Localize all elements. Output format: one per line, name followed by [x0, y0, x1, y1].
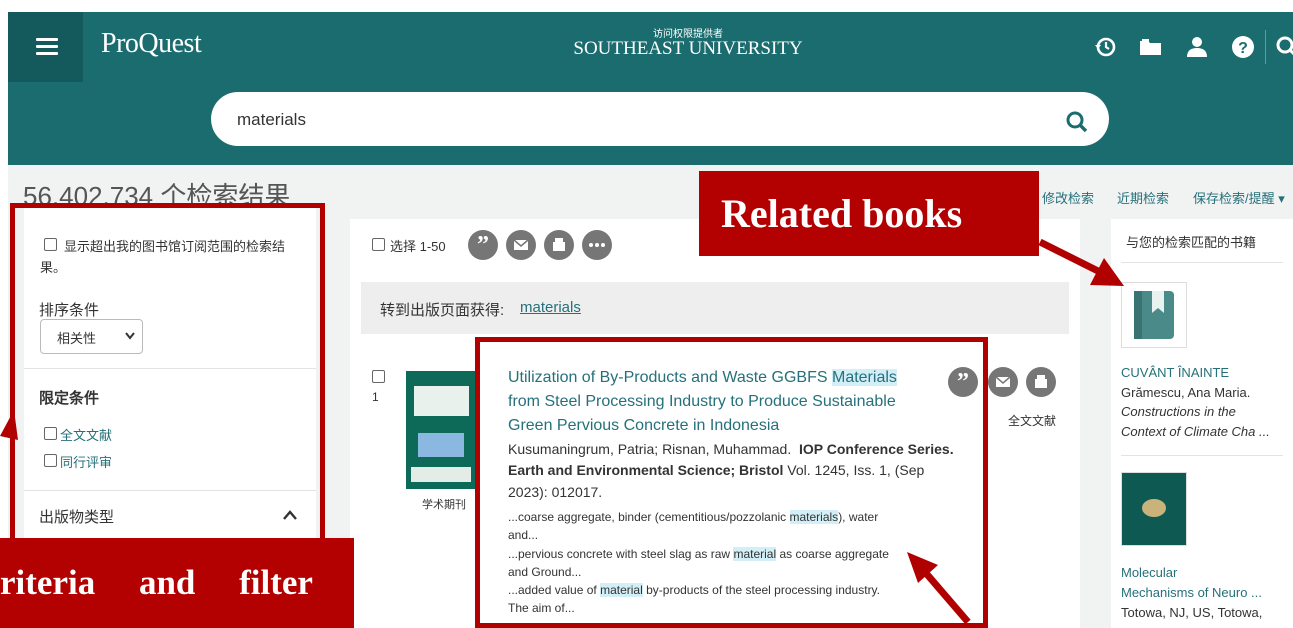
search-input[interactable]: [211, 92, 1109, 146]
journal-cover-thumbnail[interactable]: [406, 371, 476, 489]
book1-source-line1: Constructions in the: [1121, 404, 1236, 419]
select-all-checkbox[interactable]: [372, 238, 385, 251]
cover-footer: [411, 467, 471, 482]
help-icon[interactable]: ?: [1230, 34, 1256, 60]
related-books-label: Related books: [699, 171, 1039, 256]
source-type-label: 学术期刊: [422, 499, 466, 511]
modify-search-link[interactable]: 修改检索: [1042, 188, 1094, 207]
goto-label: 转到出版页面获得:: [380, 302, 505, 319]
book1-author: Grămescu, Ana Maria.: [1121, 385, 1251, 400]
cover-photo: [418, 433, 464, 457]
result-checkbox[interactable]: [372, 370, 385, 383]
topbar-divider: [1265, 30, 1266, 64]
svg-text:?: ?: [1238, 40, 1248, 57]
book1-source-line2: Context of Climate Cha ...: [1121, 424, 1270, 439]
email-icon[interactable]: [506, 230, 536, 260]
cite-icon[interactable]: ”: [468, 230, 498, 260]
publication-page-bar: 转到出版页面获得: materials: [361, 282, 1069, 334]
book1-title-link[interactable]: CUVÂNT ÎNAINTE: [1121, 365, 1229, 380]
result-highlight-box: [475, 337, 988, 628]
search-query-text[interactable]: materials: [237, 110, 306, 130]
book2-title-line2[interactable]: Mechanisms of Neuro ...: [1121, 585, 1262, 600]
cover-title-block: [414, 386, 469, 416]
top-nav-bar: ProQuest 访问权限提供者 SOUTHEAST UNIVERSITY ?: [8, 12, 1293, 82]
fulltext-link[interactable]: 全文文献: [1008, 412, 1056, 429]
book2-cover-thumbnail[interactable]: [1121, 472, 1187, 546]
search-icon[interactable]: [1274, 34, 1293, 60]
recent-searches-link[interactable]: 近期检索: [1117, 188, 1169, 207]
folder-icon[interactable]: [1138, 34, 1164, 60]
divider: [1121, 455, 1283, 456]
book2-title-line1[interactable]: Molecular: [1121, 565, 1177, 580]
cover-art: [1142, 499, 1166, 517]
select-range-label: 选择 1-50: [390, 239, 446, 254]
email-icon[interactable]: [988, 367, 1018, 397]
hamburger-menu-icon[interactable]: [8, 12, 83, 82]
search-icon[interactable]: [1064, 109, 1090, 135]
print-icon[interactable]: [544, 230, 574, 260]
proquest-logo[interactable]: ProQuest: [101, 28, 202, 60]
save-search-link[interactable]: 保存检索/提醒 ▾: [1193, 188, 1285, 207]
book2-publisher: Totowa, NJ, US, Totowa,: [1121, 605, 1263, 620]
divider: [1121, 262, 1283, 263]
print-icon[interactable]: [1026, 367, 1056, 397]
criteria-filter-label: riteria and filter: [0, 538, 354, 628]
book-icon: [1134, 291, 1174, 339]
criteria-highlight-box: [10, 203, 325, 543]
result-index: 1: [372, 390, 379, 404]
publication-link[interactable]: materials: [520, 299, 581, 316]
provider-name: SOUTHEAST UNIVERSITY: [573, 38, 803, 59]
history-icon[interactable]: [1092, 34, 1118, 60]
book-thumbnail[interactable]: [1121, 282, 1187, 348]
user-icon[interactable]: [1184, 34, 1210, 60]
more-options-icon[interactable]: [582, 230, 612, 260]
related-books-heading: 与您的检索匹配的书籍: [1126, 235, 1257, 250]
